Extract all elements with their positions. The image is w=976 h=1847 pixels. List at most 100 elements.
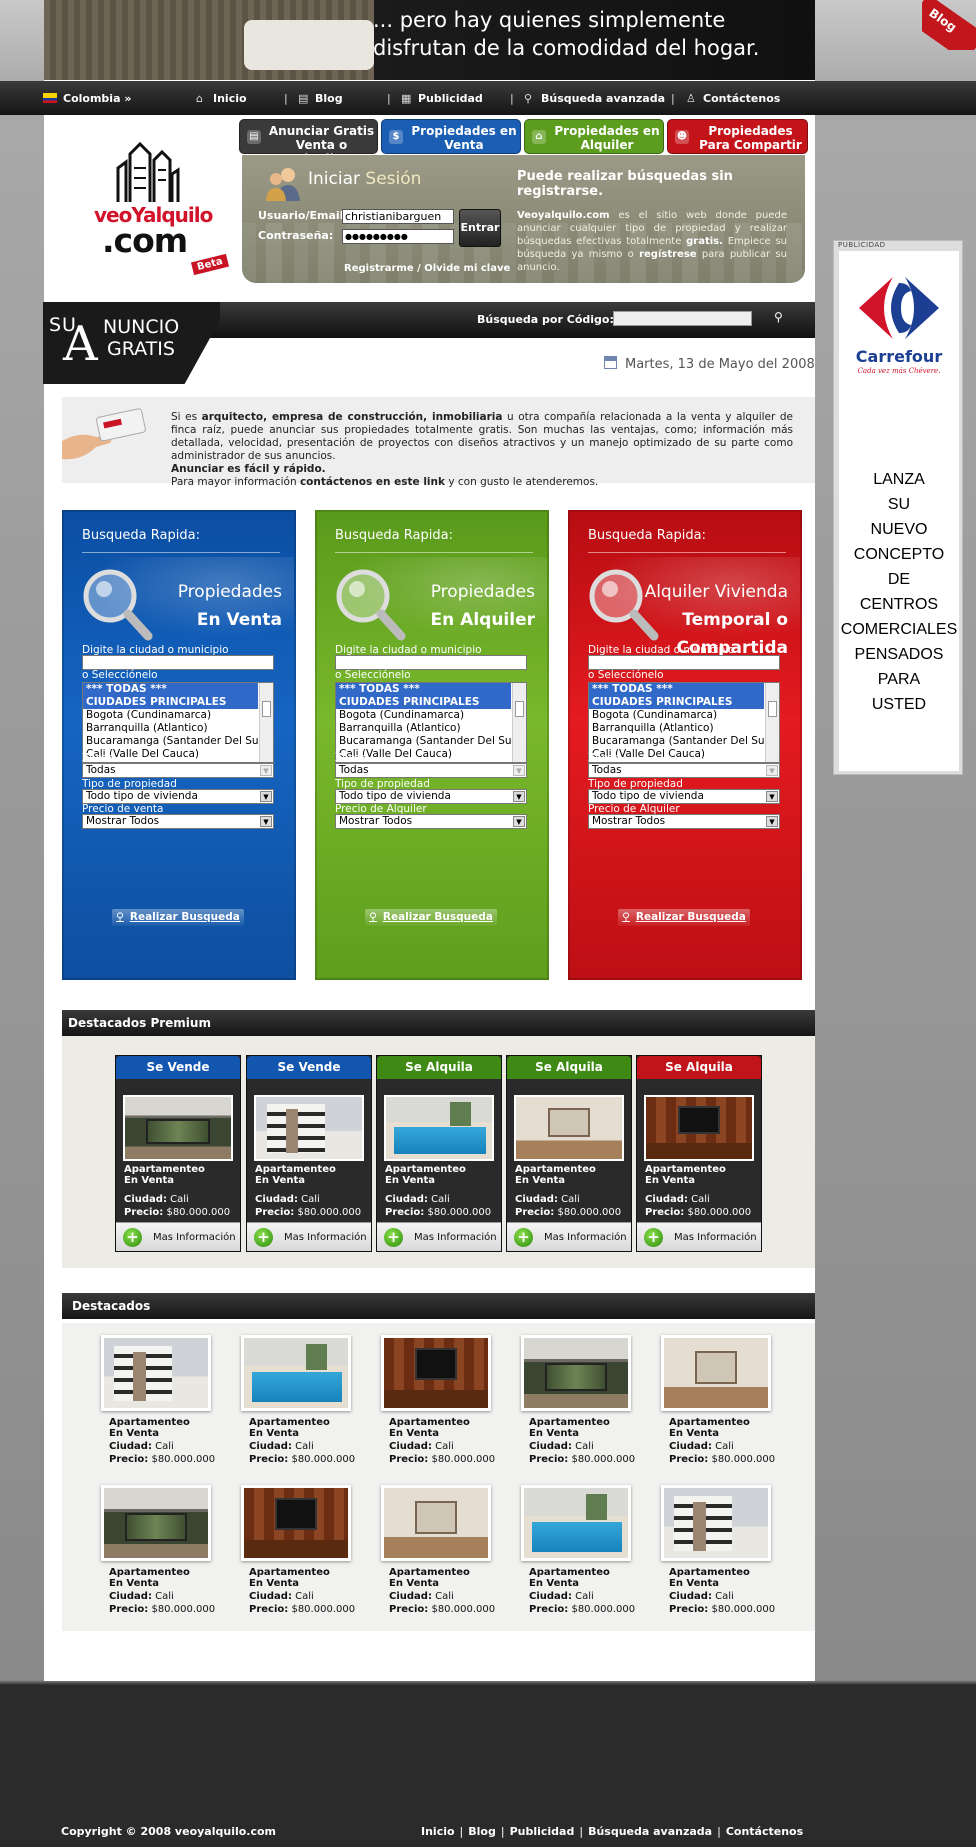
city-option[interactable]: Barranquilla (Atlantico)	[589, 722, 764, 735]
city-option[interactable]: CIUDADES PRINCIPALES	[83, 696, 258, 709]
destacado-card[interactable]: Apartamenteo En Venta Ciudad: Cali Precio: …	[381, 1485, 521, 1625]
city-option[interactable]: *** TODAS ***	[336, 683, 511, 696]
precio-select[interactable]: Mostrar Todos ▼	[335, 814, 527, 829]
destacado-card[interactable]: Apartamenteo En Venta Ciudad: Cali Precio: …	[241, 1335, 381, 1475]
listbox-scrollbar[interactable]	[259, 683, 273, 762]
mas-informacion-button[interactable]: + Mas Información	[507, 1222, 631, 1251]
destacado-card[interactable]: Apartamenteo En Venta Ciudad: Cali Precio: …	[661, 1485, 801, 1625]
country-selector[interactable]: Colombia »	[43, 92, 131, 105]
city-option[interactable]: CIUDADES PRINCIPALES	[336, 696, 511, 709]
propiedades-alquiler-label[interactable]: Propiedades en Alquiler	[554, 124, 659, 152]
propiedades-venta-label[interactable]: Propiedades en Venta	[411, 124, 516, 152]
realizar-busqueda-label[interactable]: Realizar Busqueda	[636, 911, 746, 923]
tipo-select[interactable]: Todo tipo de vivienda ▼	[82, 789, 274, 804]
destacado-card[interactable]: Apartamenteo En Venta Ciudad: Cali Precio: …	[101, 1335, 241, 1475]
propiedades-alquiler-button[interactable]: ⌂ Propiedades en Alquiler	[524, 119, 664, 154]
city-input[interactable]	[82, 655, 274, 670]
property-photo[interactable]	[381, 1335, 491, 1411]
password-input[interactable]: ●●●●●●●●●	[342, 229, 454, 244]
property-photo[interactable]	[521, 1335, 631, 1411]
destacado-card[interactable]: Apartamenteo En Venta Ciudad: Cali Precio: …	[521, 1335, 661, 1475]
premium-card[interactable]: Se Alquila Apartamenteo En Venta Ciudad: Ca…	[636, 1055, 762, 1252]
city-option[interactable]: Bucaramanga (Santander Del Sur)	[83, 735, 258, 748]
mas-informacion-button[interactable]: + Mas Información	[247, 1222, 371, 1251]
register-forgot-links[interactable]: Registrarme / Olvide mi clave	[344, 263, 510, 274]
nav-contactenos[interactable]: ♙ Contáctenos	[686, 92, 780, 105]
property-photo[interactable]	[644, 1095, 754, 1161]
login-info-register[interactable]: regístrese	[639, 249, 696, 260]
advertisement[interactable]: PUBLICIDAD Carrefour Cada vez más Chéver…	[833, 240, 963, 775]
city-input[interactable]	[335, 655, 527, 670]
propiedades-venta-button[interactable]: $ Propiedades en Venta	[381, 119, 521, 154]
tipo-select[interactable]: Todo tipo de vivienda ▼	[335, 789, 527, 804]
ad-content[interactable]: Carrefour Cada vez más Chévere. LANZA SU N…	[839, 251, 959, 771]
city-option[interactable]: Bogota (Cundinamarca)	[589, 709, 764, 722]
city-input[interactable]	[588, 655, 780, 670]
footer-link[interactable]: Blog	[468, 1825, 496, 1838]
blog-corner-ribbon[interactable]: Blog	[922, 0, 976, 50]
blog-ribbon-label[interactable]: Blog	[922, 0, 976, 50]
city-option[interactable]: CIUDADES PRINCIPALES	[589, 696, 764, 709]
footer-link[interactable]: Contáctenos	[726, 1825, 803, 1838]
tipo-select[interactable]: Todo tipo de vivienda ▼	[588, 789, 780, 804]
city-listbox[interactable]: *** TODAS *** CIUDADES PRINCIPALES Bogota …	[588, 682, 780, 763]
listbox-scrollbar[interactable]	[765, 683, 779, 762]
entrar-button[interactable]: Entrar	[459, 209, 501, 247]
premium-card[interactable]: Se Vende Apartamenteo En Venta Ciudad: Cali…	[115, 1055, 241, 1252]
property-photo[interactable]	[101, 1485, 211, 1561]
footer-link[interactable]: Búsqueda avanzada	[588, 1825, 712, 1838]
destacado-card[interactable]: Apartamenteo En Venta Ciudad: Cali Precio: …	[381, 1335, 521, 1475]
zonas-select[interactable]: Todas ▼	[588, 763, 780, 778]
mas-informacion-button[interactable]: + Mas Información	[116, 1222, 240, 1251]
property-photo[interactable]	[384, 1095, 494, 1161]
destacado-card[interactable]: Apartamenteo En Venta Ciudad: Cali Precio: …	[241, 1485, 381, 1625]
city-listbox[interactable]: *** TODAS *** CIUDADES PRINCIPALES Bogota …	[82, 682, 274, 763]
property-photo[interactable]	[521, 1485, 631, 1561]
nav-publicidad[interactable]: ▦ Publicidad	[401, 92, 483, 105]
propiedades-compartir-button[interactable]: ☻ Propiedades Para Compartir	[667, 119, 808, 154]
nav-blog[interactable]: ▤ Blog	[298, 92, 343, 105]
site-logo[interactable]: veoYalquilo .com Beta	[88, 138, 238, 276]
destacado-card[interactable]: Apartamenteo En Venta Ciudad: Cali Precio: …	[101, 1485, 241, 1625]
property-photo[interactable]	[123, 1095, 233, 1161]
city-option[interactable]: Barranquilla (Atlantico)	[83, 722, 258, 735]
footer-link[interactable]: Inicio	[421, 1825, 455, 1838]
mas-informacion-button[interactable]: + Mas Información	[637, 1222, 761, 1251]
realizar-busqueda-button[interactable]: ⚲ Realizar Busqueda	[112, 909, 244, 926]
realizar-busqueda-button[interactable]: ⚲ Realizar Busqueda	[365, 909, 497, 926]
property-photo[interactable]	[241, 1485, 351, 1561]
mas-informacion-label[interactable]: Mas Información	[544, 1223, 627, 1252]
precio-select[interactable]: Mostrar Todos ▼	[588, 814, 780, 829]
premium-card[interactable]: Se Alquila Apartamenteo En Venta Ciudad: Ca…	[506, 1055, 632, 1252]
destacado-card[interactable]: Apartamenteo En Venta Ciudad: Cali Precio: …	[521, 1485, 661, 1625]
city-option[interactable]: Bogota (Cundinamarca)	[83, 709, 258, 722]
city-option[interactable]: *** TODAS ***	[589, 683, 764, 696]
country-label[interactable]: Colombia »	[63, 92, 131, 105]
anunciar-gratis-button[interactable]: ▤Anunciar Gratis Venta o Alquiler	[239, 119, 378, 166]
property-photo[interactable]	[381, 1485, 491, 1561]
nav-busqueda-avanzada[interactable]: ⚲ Búsqueda avanzada	[524, 92, 665, 105]
property-photo[interactable]	[661, 1485, 771, 1561]
premium-card[interactable]: Se Alquila Apartamenteo En Venta Ciudad: Ca…	[376, 1055, 502, 1252]
property-photo[interactable]	[101, 1335, 211, 1411]
city-listbox[interactable]: *** TODAS *** CIUDADES PRINCIPALES Bogota …	[335, 682, 527, 763]
nav-inicio[interactable]: ⌂ Inicio	[196, 92, 247, 105]
city-option[interactable]: *** TODAS ***	[83, 683, 258, 696]
user-email-input[interactable]: christianibarguen	[342, 209, 454, 224]
code-search-icon[interactable]: ⚲	[774, 310, 783, 324]
propiedades-compartir-label[interactable]: Propiedades Para Compartir	[699, 124, 802, 152]
realizar-busqueda-label[interactable]: Realizar Busqueda	[130, 911, 240, 923]
city-option[interactable]: Bucaramanga (Santander Del Sur)	[336, 735, 511, 748]
nav-publicidad-label[interactable]: Publicidad	[418, 92, 483, 105]
realizar-busqueda-button[interactable]: ⚲ Realizar Busqueda	[618, 909, 750, 926]
precio-select[interactable]: Mostrar Todos ▼	[82, 814, 274, 829]
footer-link[interactable]: Publicidad	[510, 1825, 575, 1838]
destacado-card[interactable]: Apartamenteo En Venta Ciudad: Cali Precio: …	[661, 1335, 801, 1475]
nav-inicio-label[interactable]: Inicio	[213, 92, 247, 105]
contact-link[interactable]: contáctenos en este link	[300, 476, 445, 488]
city-option[interactable]: Bogota (Cundinamarca)	[336, 709, 511, 722]
mas-informacion-label[interactable]: Mas Información	[414, 1223, 497, 1252]
premium-card[interactable]: Se Vende Apartamenteo En Venta Ciudad: Cali…	[246, 1055, 372, 1252]
mas-informacion-button[interactable]: + Mas Información	[377, 1222, 501, 1251]
mas-informacion-label[interactable]: Mas Información	[674, 1223, 757, 1252]
